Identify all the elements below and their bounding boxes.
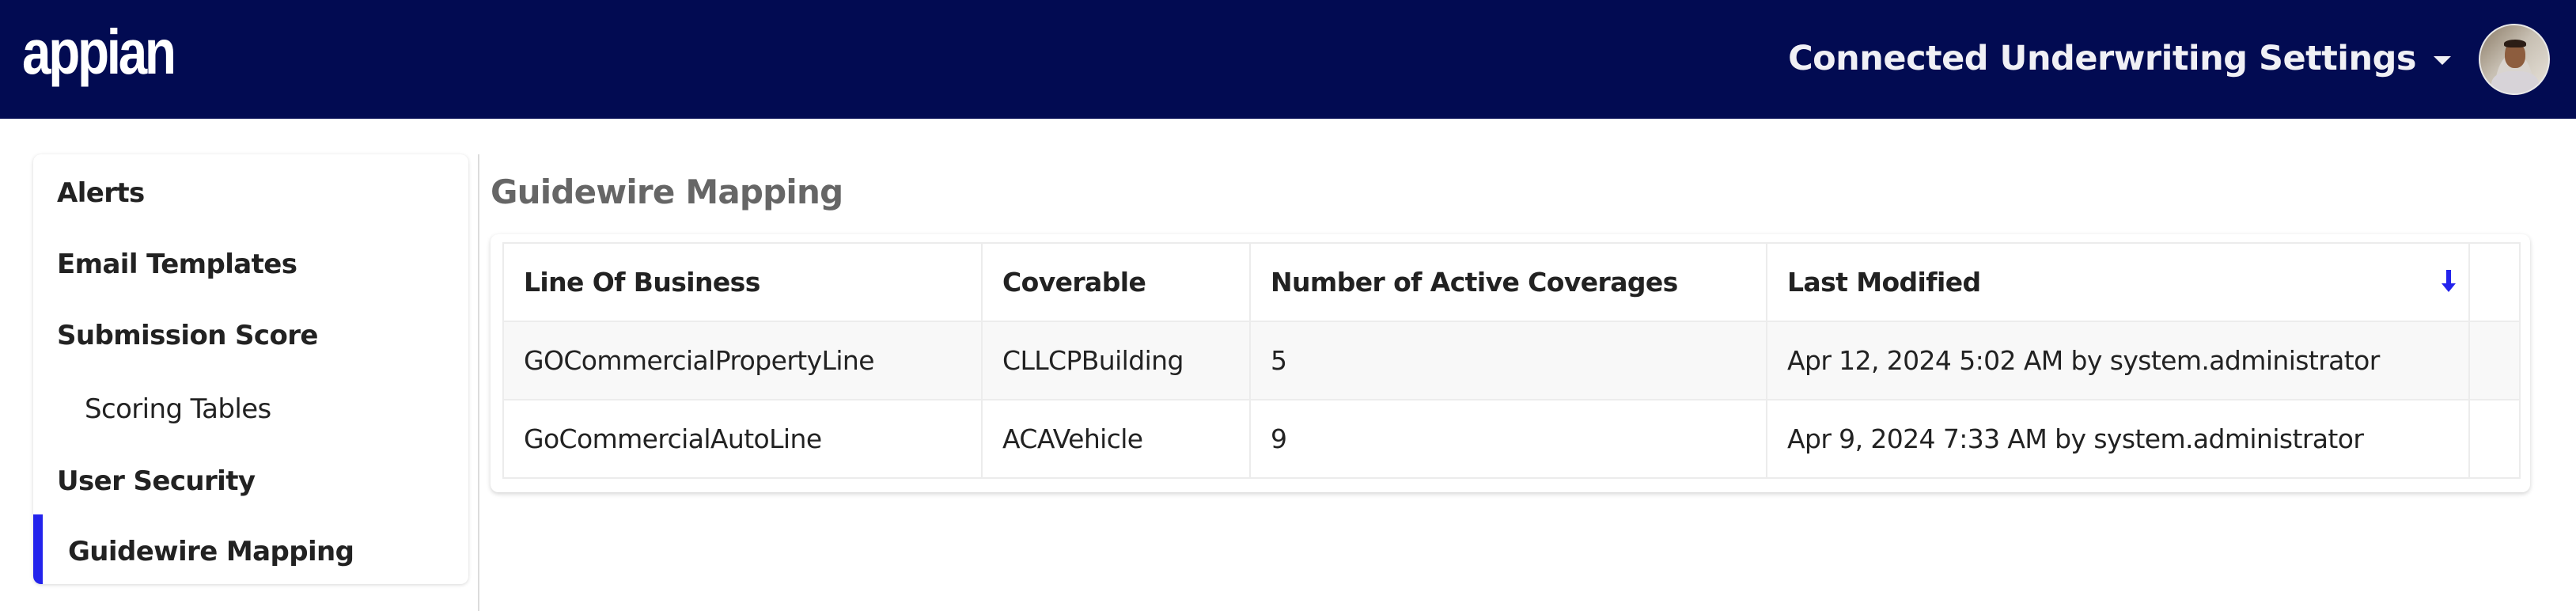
- sidebar-item-submission-score[interactable]: Submission Score: [57, 320, 318, 351]
- column-header-active-coverages[interactable]: Number of Active Coverages: [1249, 242, 1767, 322]
- cell-active-coverages: 9: [1249, 399, 1767, 479]
- cell-line-of-business: GoCommercialAutoLine: [502, 399, 983, 479]
- top-navigation-bar: appian Connected Underwriting Settings: [0, 0, 2576, 119]
- column-header-actions: [2468, 242, 2521, 322]
- appian-logo[interactable]: appian: [22, 21, 176, 84]
- column-header-line-of-business[interactable]: Line Of Business: [502, 242, 983, 322]
- cell-actions: [2468, 399, 2521, 479]
- cell-line-of-business: GOCommercialPropertyLine: [502, 321, 983, 400]
- cell-last-modified: Apr 9, 2024 7:33 AM by system.administra…: [1766, 399, 2470, 479]
- active-indicator: [33, 514, 43, 584]
- sidebar-item-alerts[interactable]: Alerts: [57, 177, 145, 209]
- user-avatar[interactable]: [2479, 24, 2550, 95]
- column-header-last-modified[interactable]: Last Modified: [1766, 242, 2470, 322]
- grid-card: Line Of Business Coverable Number of Act…: [491, 234, 2530, 492]
- app-title[interactable]: Connected Underwriting Settings: [1788, 39, 2416, 78]
- caret-down-icon[interactable]: [2434, 55, 2451, 65]
- grid-header-row: Line Of Business Coverable Number of Act…: [502, 242, 2521, 322]
- avatar-hair: [2504, 40, 2526, 47]
- settings-sidebar: Alerts Email Templates Submission Score …: [33, 154, 468, 584]
- app-settings-menu[interactable]: Connected Underwriting Settings: [1788, 35, 2451, 82]
- column-header-coverable[interactable]: Coverable: [981, 242, 1251, 322]
- column-header-last-modified-label: Last Modified: [1787, 267, 1981, 298]
- table-row[interactable]: GoCommercialAutoLine ACAVehicle 9 Apr 9,…: [502, 399, 2521, 479]
- sidebar-item-user-security[interactable]: User Security: [57, 465, 256, 497]
- sidebar-item-guidewire-mapping[interactable]: Guidewire Mapping: [68, 536, 354, 567]
- cell-coverable: ACAVehicle: [981, 399, 1251, 479]
- cell-coverable: CLLCPBuilding: [981, 321, 1251, 400]
- avatar-shirt: [2491, 71, 2539, 93]
- sidebar-item-scoring-tables[interactable]: Scoring Tables: [85, 393, 271, 425]
- vertical-divider: [478, 154, 479, 611]
- guidewire-mapping-grid: Line Of Business Coverable Number of Act…: [502, 242, 2521, 479]
- cell-active-coverages: 5: [1249, 321, 1767, 400]
- sidebar-item-email-templates[interactable]: Email Templates: [57, 249, 297, 280]
- arrow-down-icon[interactable]: [2442, 270, 2456, 294]
- cell-actions: [2468, 321, 2521, 400]
- cell-last-modified: Apr 12, 2024 5:02 AM by system.administr…: [1766, 321, 2470, 400]
- page-title: Guidewire Mapping: [491, 173, 843, 211]
- table-row[interactable]: GOCommercialPropertyLine CLLCPBuilding 5…: [502, 321, 2521, 400]
